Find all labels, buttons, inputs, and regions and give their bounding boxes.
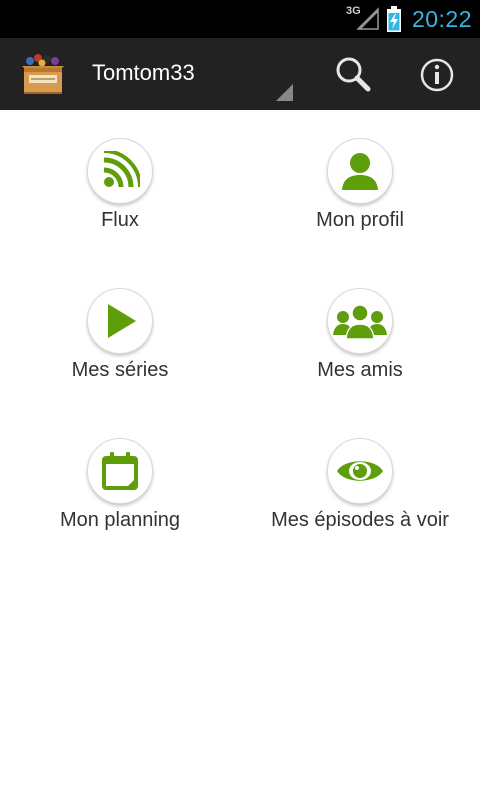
play-icon [108,304,136,338]
episodes-icon-button[interactable] [327,438,393,504]
menu-item-label: Mon planning [59,509,181,531]
action-bar: Tomtom33 [0,38,480,110]
flux-icon-button[interactable] [87,138,153,204]
menu-item-label: Flux [101,209,139,231]
box-icon[interactable] [20,52,66,96]
menu-item-flux[interactable]: Flux [0,110,240,260]
series-icon-button[interactable] [87,288,153,354]
rss-icon [103,151,140,188]
status-icons: 20:22 [356,0,472,38]
signal-icon [356,7,379,30]
menu-item-label: Mon profil [316,209,404,231]
user-icon [342,153,378,190]
battery-charging-icon [386,6,401,32]
menu-item-label: Mes épisodes à voir [271,509,449,531]
menu-item-label: Mes séries [71,359,169,381]
menu-item-mes-amis[interactable]: Mes amis [240,260,480,410]
menu-item-mes-series[interactable]: Mes séries [0,260,240,410]
status-bar: 3G 20:22 [0,0,480,38]
menu-item-mes-episodes-a-voir[interactable]: Mes épisodes à voir [240,410,480,560]
info-icon[interactable] [414,52,460,98]
calendar-icon [102,452,138,490]
eye-icon [337,461,383,481]
app-title[interactable]: Tomtom33 [92,60,195,86]
menu-item-label: Mes amis [317,359,403,381]
search-icon[interactable] [330,52,376,98]
group-icon [333,304,387,340]
clock: 20:22 [411,5,472,32]
profile-icon-button[interactable] [327,138,393,204]
friends-icon-button[interactable] [327,288,393,354]
menu-item-mon-profil[interactable]: Mon profil [240,110,480,260]
planning-icon-button[interactable] [87,438,153,504]
spinner-indicator-icon[interactable] [276,84,293,101]
menu-item-mon-planning[interactable]: Mon planning [0,410,240,560]
